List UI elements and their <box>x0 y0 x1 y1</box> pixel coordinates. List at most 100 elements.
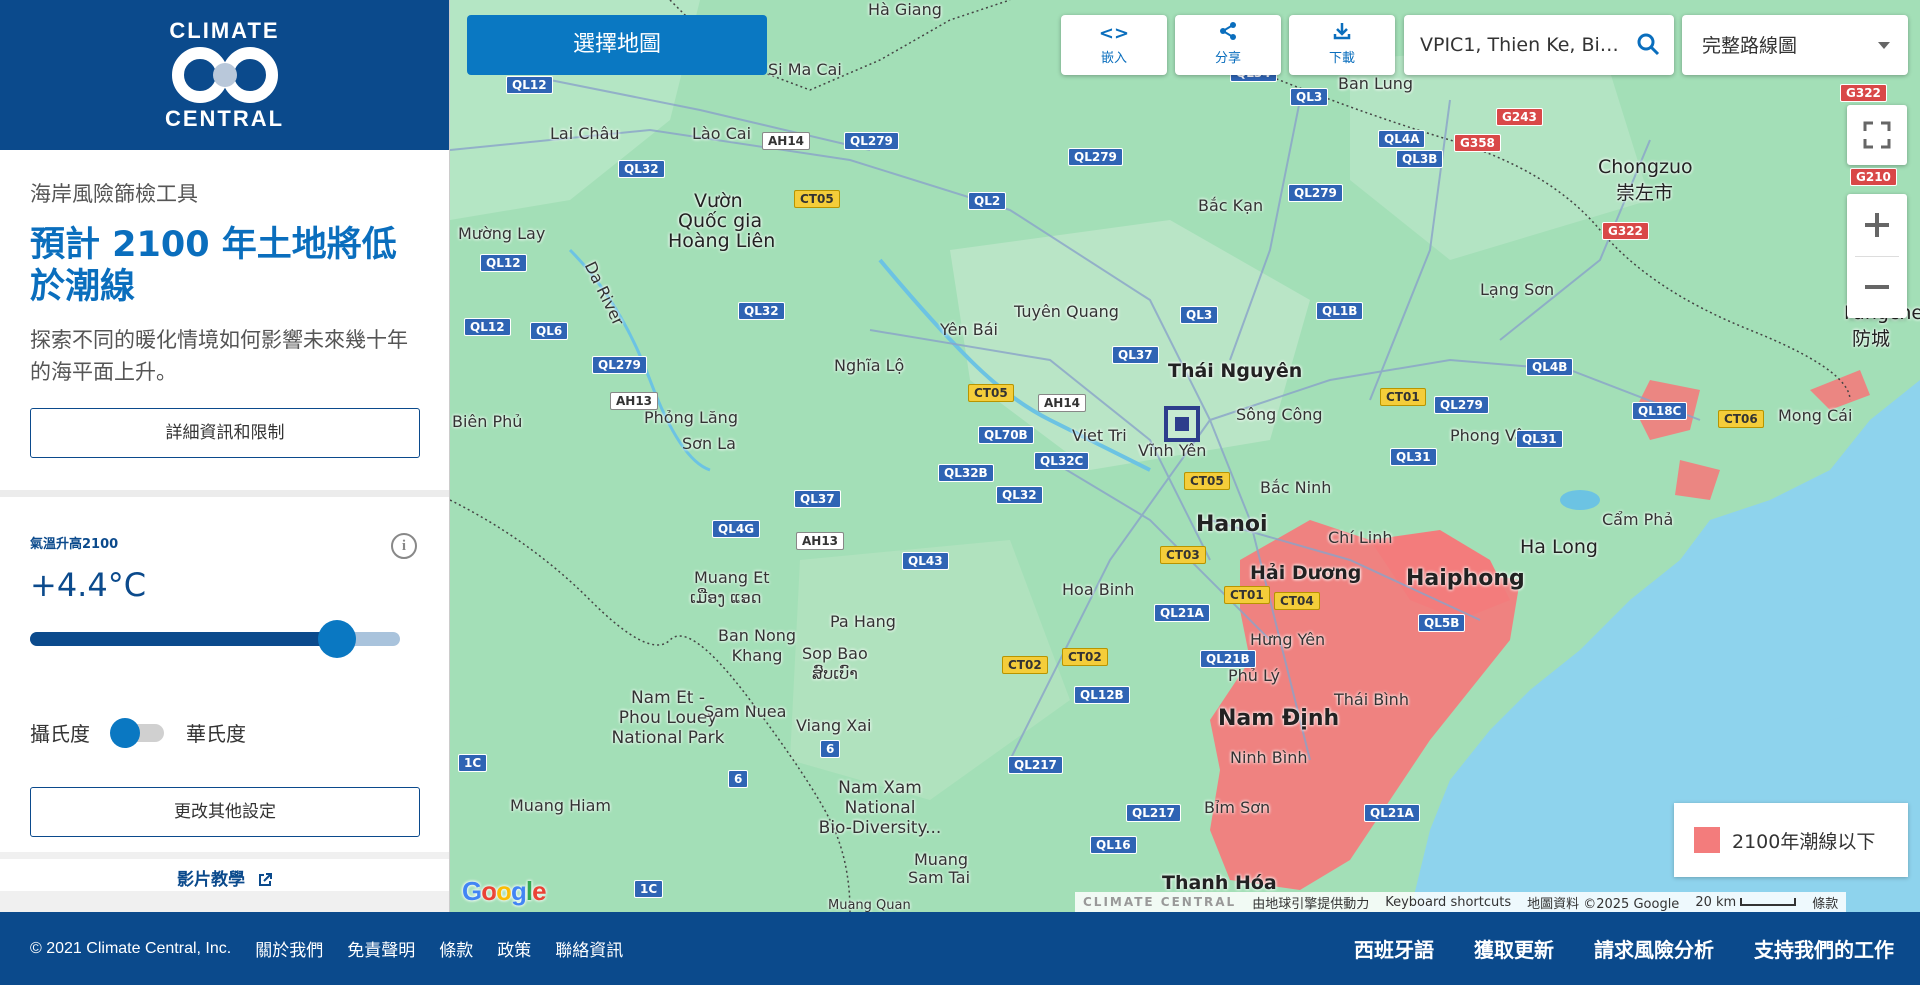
road-shield: QL4A <box>1378 130 1426 148</box>
slider-fill <box>30 632 337 646</box>
map-canvas[interactable]: Hà Giang Si Ma Cai Lai Châu Lào Cai Vườn… <box>450 0 1920 912</box>
map-label: Si Ma Cai <box>768 60 842 79</box>
sidebar-intro: 海岸風險篩檢工具 預計 2100 年土地將低於潮線 探索不同的暖化情境如何影響未… <box>0 150 449 458</box>
road-shield: QL6 <box>530 322 569 340</box>
road-shield: 1C <box>634 880 664 898</box>
map-label: Sam Nuea <box>704 702 787 721</box>
footer-link-disclaimer[interactable]: 免責聲明 <box>347 936 415 961</box>
map-label: Nam Định <box>1218 706 1340 731</box>
share-button[interactable]: 分享 <box>1175 15 1281 75</box>
map-label: Chongzuo <box>1598 156 1693 178</box>
map-label: Thanh Hóa <box>1162 872 1277 894</box>
select-map-button[interactable]: 選擇地圖 <box>467 15 767 75</box>
site-footer: © 2021 Climate Central, Inc. 關於我們 免責聲明 條… <box>0 912 1920 985</box>
sidebar-bottom-strip <box>0 891 449 912</box>
road-shield: QL32B <box>938 464 994 482</box>
map-label: Ninh Bình <box>1230 748 1308 767</box>
map-label: 防城 <box>1852 328 1891 350</box>
road-shield: QL16 <box>1090 836 1137 854</box>
code-icon: <> <box>1098 23 1130 44</box>
map-label: Viet Tri <box>1072 426 1127 445</box>
footer-link-policy[interactable]: 政策 <box>497 936 531 961</box>
map-label: Sam Tai <box>908 868 971 887</box>
map-label: Nghĩa Lộ <box>834 356 905 375</box>
map-label-park: Nam Xam National Bio-Diversity... <box>790 778 970 838</box>
park-line-1: Nam Xam <box>838 778 922 798</box>
map-label: Lạng Sơn <box>1480 280 1555 299</box>
footer-link-terms[interactable]: 條款 <box>439 936 473 961</box>
embed-button[interactable]: <> 嵌入 <box>1061 15 1167 75</box>
climate-central-logo[interactable]: CLIMATE CENTRAL <box>0 0 449 150</box>
legend-swatch <box>1694 827 1720 853</box>
slider-thumb[interactable] <box>318 620 356 658</box>
keyboard-shortcuts-link[interactable]: Keyboard shortcuts <box>1377 895 1519 910</box>
details-limits-button[interactable]: 詳細資訊和限制 <box>30 408 420 458</box>
map-layer-select[interactable]: 完整路線圖 <box>1682 15 1908 75</box>
road-shield: QL3 <box>1180 306 1219 324</box>
other-settings-button[interactable]: 更改其他設定 <box>30 787 420 837</box>
unit-toggle[interactable] <box>110 717 164 748</box>
map-label: Ha Long <box>1520 536 1598 558</box>
zoom-out-button[interactable] <box>1847 256 1907 318</box>
road-shield: AH14 <box>762 132 811 150</box>
map-label: Muang Quan <box>828 898 911 912</box>
road-shield: QL21A <box>1364 804 1420 822</box>
section-divider <box>0 490 449 497</box>
road-shield: G243 <box>1496 108 1543 126</box>
search-input[interactable] <box>1420 31 1630 59</box>
road-shield: QL21A <box>1154 604 1210 622</box>
road-shield: CT02 <box>1002 656 1048 674</box>
logo-text-bottom: CENTRAL <box>164 106 285 131</box>
road-shield: QL18C <box>1632 402 1688 420</box>
road-shield: QL32 <box>738 302 785 320</box>
road-shield: QL217 <box>1126 804 1181 822</box>
footer-link-support[interactable]: 支持我們的工作 <box>1754 934 1894 963</box>
map-label: Vĩnh Yên <box>1138 441 1207 460</box>
map-label: Phủ Lý <box>1228 666 1280 685</box>
road-shield: 1C <box>458 754 488 772</box>
footer-link-updates[interactable]: 獲取更新 <box>1474 934 1554 963</box>
road-shield: QL12B <box>1074 686 1130 704</box>
map-label: Sơn La <box>682 434 736 453</box>
map-attribution: CLIMATE CENTRAL 由地球引擎提供動力 Keyboard short… <box>1075 892 1847 912</box>
road-shield: QL31 <box>1390 448 1437 466</box>
legend-label: 2100年潮線以下 <box>1732 830 1876 853</box>
celsius-label: 攝氏度 <box>30 722 90 746</box>
scale-bar[interactable]: 20 km <box>1687 895 1804 910</box>
road-shield: QL12 <box>506 76 553 94</box>
road-shield: AH13 <box>610 392 659 410</box>
map-label: Sop Bao <box>802 644 868 663</box>
temperature-section: 氣溫升高2100 i +4.4°C 攝氏度 華氏度 更改其他設定 <box>0 497 449 837</box>
map-label: Hưng Yên <box>1250 630 1326 649</box>
zoom-in-button[interactable] <box>1847 194 1907 256</box>
page-title: 預計 2100 年土地將低於潮線 <box>30 225 397 307</box>
road-shield: CT01 <box>1380 388 1426 406</box>
road-shield: QL279 <box>1068 148 1123 166</box>
map-label: Bắc Kạn <box>1198 196 1264 215</box>
map-label: Hanoi <box>1196 512 1268 537</box>
location-marker[interactable] <box>1164 406 1200 442</box>
footer-link-contact[interactable]: 聯絡資訊 <box>555 936 623 961</box>
zoom-controls <box>1847 194 1907 318</box>
map-data-credit[interactable]: 地圖資料 ©2025 Google <box>1519 893 1687 912</box>
map-label: Mường Lay <box>458 224 546 243</box>
terms-link[interactable]: 條款 <box>1804 893 1846 912</box>
footer-link-spanish[interactable]: 西班牙語 <box>1354 934 1434 963</box>
fullscreen-button[interactable] <box>1847 105 1907 165</box>
footer-link-about[interactable]: 關於我們 <box>255 936 323 961</box>
map-label: Tuyên Quang <box>1014 302 1119 321</box>
road-shield: QL32C <box>1034 452 1090 470</box>
road-shield: G322 <box>1840 84 1887 102</box>
sidebar: CLIMATE CENTRAL 海岸風險篩檢工具 預計 2100 年土地將低於潮… <box>0 0 450 912</box>
share-icon <box>1175 21 1281 47</box>
download-button[interactable]: 下載 <box>1289 15 1395 75</box>
info-icon[interactable]: i <box>391 533 417 559</box>
map-label: Lai Châu <box>550 124 620 143</box>
temperature-slider[interactable] <box>30 616 400 658</box>
footer-link-risk-analysis[interactable]: 請求風險分析 <box>1594 934 1714 963</box>
road-shield: QL279 <box>1288 184 1343 202</box>
video-tutorial-link[interactable]: 影片教學 <box>0 852 449 894</box>
map-label: Biên Phủ <box>452 412 523 431</box>
search-icon[interactable] <box>1636 32 1660 56</box>
plus-icon <box>1865 213 1889 237</box>
